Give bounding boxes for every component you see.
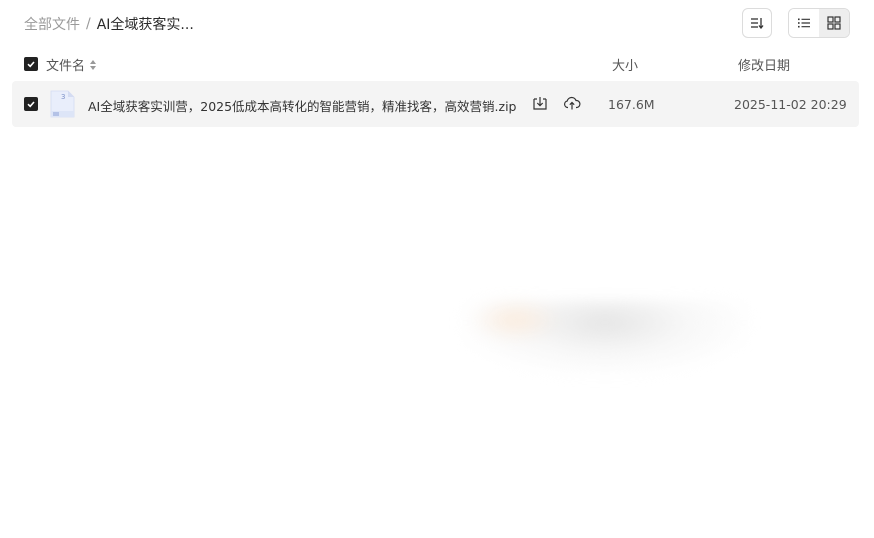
file-browser: 全部文件 / AI全域获客实... 文件名 大小 修改日期 3 AI全域获客实训… — [0, 0, 874, 538]
list-view-icon — [798, 18, 810, 28]
file-name-link[interactable]: AI全域获客实训营，2025低成本高转化的智能营销，精准找客，高效营销.zip — [88, 96, 517, 115]
sort-icon — [751, 18, 764, 29]
row-checkbox[interactable] — [24, 97, 38, 111]
top-bar: 全部文件 / AI全域获客实... — [24, 8, 850, 40]
view-controls — [742, 8, 850, 38]
grid-view-icon — [827, 16, 841, 30]
select-all-checkbox[interactable] — [24, 57, 38, 71]
svg-text:3: 3 — [61, 93, 65, 101]
breadcrumb-current: AI全域获客实... — [96, 17, 194, 33]
checkmark-icon — [27, 61, 35, 68]
list-view-button[interactable] — [789, 9, 819, 37]
column-header-name[interactable]: 文件名 — [46, 55, 97, 74]
breadcrumb-root-link[interactable]: 全部文件 — [24, 14, 80, 34]
file-modified-date: 2025-11-02 20:29 — [734, 97, 847, 112]
column-header-size[interactable]: 大小 — [612, 55, 638, 74]
table-row[interactable]: 3 AI全域获客实训营，2025低成本高转化的智能营销，精准找客，高效营销.zi… — [12, 81, 859, 127]
loading-shadow-accent — [470, 300, 560, 340]
table-header: 文件名 大小 修改日期 — [24, 52, 850, 76]
download-icon[interactable] — [532, 95, 548, 111]
sort-arrows-icon[interactable] — [89, 59, 97, 71]
file-size: 167.6M — [608, 97, 655, 112]
zip-file-icon: 3 — [50, 90, 75, 118]
grid-view-button[interactable] — [819, 9, 849, 37]
breadcrumb-separator: / — [86, 16, 91, 32]
column-name-label: 文件名 — [46, 59, 86, 74]
view-toggle — [788, 8, 850, 38]
breadcrumb: 全部文件 / AI全域获客实... — [24, 14, 194, 34]
column-header-date[interactable]: 修改日期 — [738, 55, 790, 74]
checkmark-icon — [27, 101, 35, 108]
sort-button[interactable] — [742, 8, 772, 38]
cloud-save-icon[interactable] — [563, 95, 581, 111]
